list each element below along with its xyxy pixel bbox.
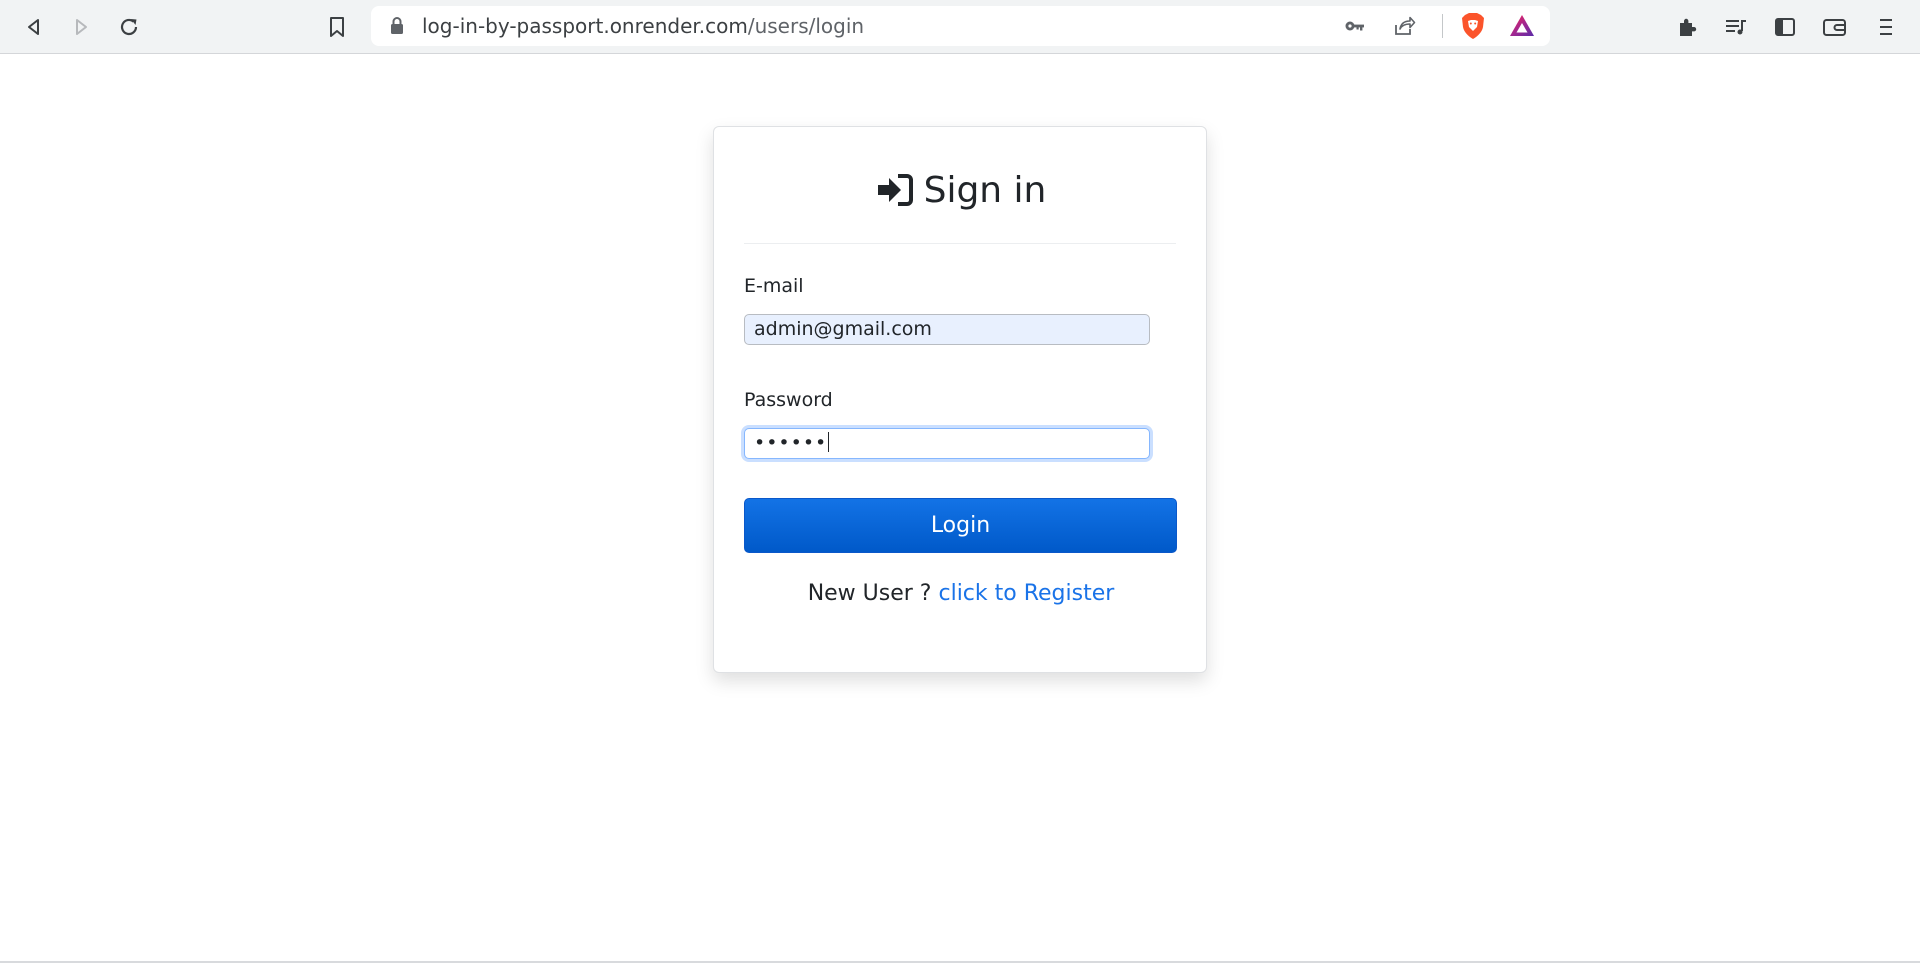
key-icon[interactable] [1343,14,1367,38]
wallet-icon[interactable] [1822,15,1848,39]
email-field[interactable]: admin@gmail.com [744,314,1150,345]
playlist-icon[interactable] [1724,15,1748,39]
url-host: log-in-by-passport.onrender.com [422,14,748,38]
puzzle-piece-icon[interactable] [1676,15,1700,39]
url-text[interactable]: log-in-by-passport.onrender.com/users/lo… [422,6,864,46]
password-dots: •••••• [754,432,828,454]
url-path: /users/login [747,14,865,38]
login-card: Sign in E-mail admin@gmail.com Password … [713,126,1207,673]
title-divider [744,243,1176,244]
bookmark-icon [330,17,344,37]
new-user-text: New User ? [807,581,932,606]
bookmark-button[interactable] [320,10,354,44]
register-prompt: New User ? click to Register [714,581,1208,606]
login-button[interactable]: Login [744,498,1177,553]
text-cursor [828,432,830,452]
hamburger-menu-icon[interactable] [1876,15,1896,39]
register-link[interactable]: click to Register [938,581,1114,606]
email-label: E-mail [744,275,804,297]
back-button[interactable] [17,10,51,44]
reload-button[interactable] [112,10,146,44]
title-text: Sign in [923,169,1047,211]
browser-toolbar: log-in-by-passport.onrender.com/users/lo… [0,0,1920,54]
toolbar-separator [1442,14,1443,38]
sidebar-icon[interactable] [1773,15,1797,39]
brave-rewards-triangle-icon[interactable] [1508,12,1536,40]
share-icon[interactable] [1392,14,1416,38]
password-label: Password [744,389,833,411]
sign-in-arrow-icon [877,174,913,206]
password-field[interactable]: •••••• [744,428,1150,459]
forward-arrow-icon [76,19,87,35]
lock-icon[interactable] [385,14,409,38]
page-title: Sign in [714,165,1208,215]
address-bar[interactable]: log-in-by-passport.onrender.com/users/lo… [371,6,1550,46]
brave-lion-icon[interactable] [1460,12,1486,40]
back-arrow-icon [28,19,39,35]
reload-icon [120,18,138,36]
forward-button[interactable] [64,10,98,44]
